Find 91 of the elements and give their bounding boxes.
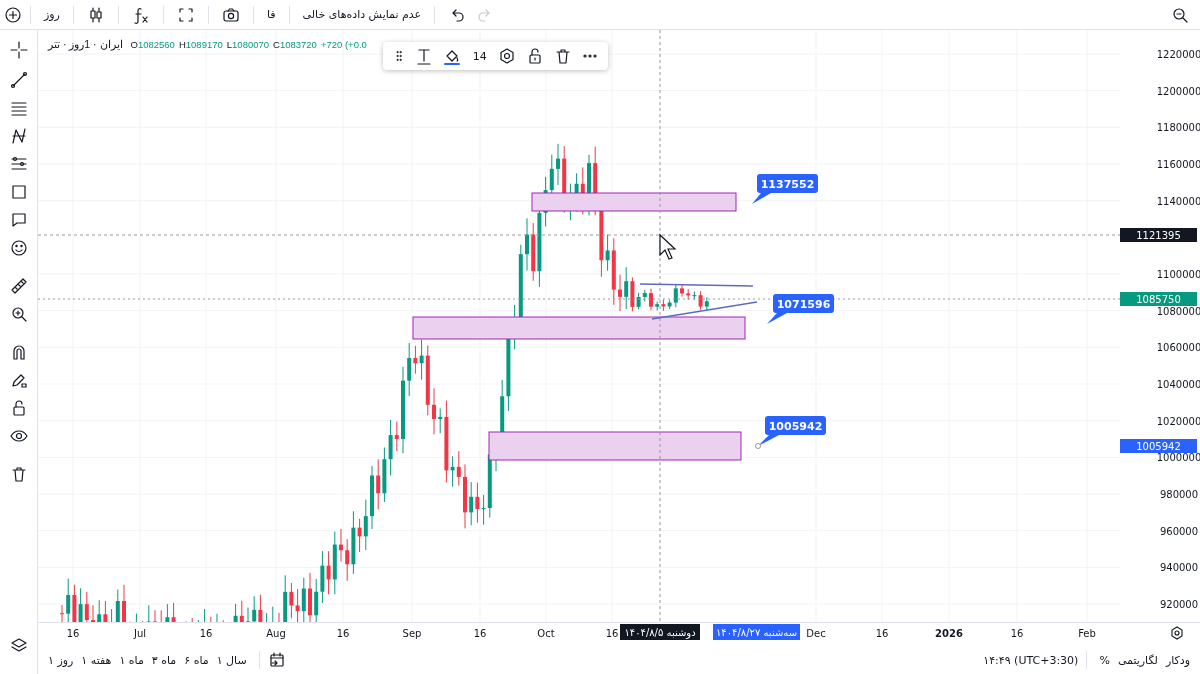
settings-icon[interactable] <box>498 47 517 65</box>
interval-button[interactable]: روز <box>39 5 65 24</box>
time-tick: 16 <box>875 628 889 639</box>
percent-toggle[interactable]: % <box>1095 651 1114 669</box>
candle <box>60 604 64 622</box>
date-marker: سه‌شنبه ۱۴۰۴/۸/۲۷ <box>713 624 800 640</box>
candle <box>556 143 560 186</box>
price-tick: 960000 <box>1159 525 1199 537</box>
time-tick: Oct <box>537 628 555 639</box>
price-tick: 1100000 <box>1156 269 1200 280</box>
trend-line-icon[interactable] <box>9 70 28 89</box>
candle <box>370 465 374 530</box>
crosshair-icon[interactable] <box>9 40 28 59</box>
fullscreen-icon[interactable] <box>176 5 195 24</box>
price-tick: 940000 <box>1159 562 1199 574</box>
pattern-icon[interactable] <box>9 126 28 145</box>
range-button[interactable]: روز ۱ <box>44 651 78 669</box>
cursor-icon <box>659 233 677 260</box>
date-marker: دوشنبه ۱۴۰۴/۸/۵ <box>620 624 700 640</box>
time-tick: 16 <box>336 628 350 639</box>
zoom-out-icon[interactable] <box>1171 5 1189 24</box>
candle <box>525 217 529 272</box>
ohlc-value: C1083720 <box>273 38 317 50</box>
candle <box>91 604 95 622</box>
time-tick: 16 <box>605 628 619 639</box>
candle <box>115 589 120 622</box>
candle <box>432 387 436 435</box>
anchor-handle[interactable] <box>755 443 761 449</box>
zoom-in-icon[interactable] <box>9 304 28 323</box>
time-tick: 16 <box>199 628 213 639</box>
trend-line[interactable] <box>639 283 754 287</box>
symbol-title: ایران · 1روز · تتر <box>48 38 123 50</box>
comment-icon[interactable] <box>9 210 28 229</box>
settings-icon[interactable] <box>1171 626 1183 640</box>
time-tick: 16 <box>66 628 80 639</box>
range-button[interactable]: هفته ۱ <box>77 651 116 669</box>
ohlc-value: L1080070 <box>226 38 270 50</box>
price-marker: 1005942 <box>1120 439 1197 453</box>
rectangle-icon[interactable] <box>9 182 28 201</box>
price-tick: 1200000 <box>1156 85 1200 97</box>
time-tick: 2026 <box>935 628 963 639</box>
time-tick: Sep <box>402 628 422 639</box>
price-tick: 980000 <box>1159 489 1199 501</box>
time-tick: 16 <box>1010 628 1024 639</box>
range-button[interactable]: ماه ۶ <box>180 651 213 669</box>
ruler-icon[interactable] <box>9 276 28 295</box>
range-button[interactable]: ماه ۳ <box>147 651 181 669</box>
range-button[interactable]: سال ۱ <box>212 651 251 669</box>
price-tick: 920000 <box>1159 599 1199 611</box>
price-tick: 1140000 <box>1156 195 1200 207</box>
time-tick: Feb <box>1078 628 1096 639</box>
range-button[interactable]: ماه ۱ <box>115 651 148 669</box>
trend-line[interactable] <box>651 301 758 320</box>
candle <box>246 607 250 622</box>
candle <box>618 274 622 312</box>
price-tick: 1220000 <box>1156 49 1200 60</box>
time-tick: 16 <box>473 628 487 639</box>
time-tick: Jul <box>133 628 147 639</box>
price-tick: 1060000 <box>1156 342 1200 354</box>
candle <box>339 528 343 563</box>
price-tick: 1000000 <box>1156 452 1200 464</box>
empty-data-toggle[interactable]: عدم نمایش داده‌های خالی <box>297 5 427 24</box>
price-tick: 1180000 <box>1156 122 1200 134</box>
auto-toggle[interactable]: ودکار <box>1161 651 1194 669</box>
ohlc-value: O1082560 <box>130 38 175 50</box>
add-circle-icon[interactable] <box>4 5 22 24</box>
smiley-icon[interactable] <box>9 238 28 257</box>
candle <box>308 572 312 622</box>
candle <box>463 463 467 529</box>
projection-icon[interactable] <box>9 154 28 173</box>
price-change: +720 (+0.0 <box>320 38 367 50</box>
candle <box>649 288 653 311</box>
candle <box>680 284 684 298</box>
candle <box>122 584 126 622</box>
candle <box>146 604 151 622</box>
ohlc-value: H1089170 <box>178 38 223 50</box>
price-marker: 1085750 <box>1120 292 1197 306</box>
language-button[interactable]: فا <box>261 5 281 24</box>
price-tick: 1040000 <box>1156 379 1200 391</box>
calendar-goto-icon[interactable] <box>267 651 286 669</box>
font-size-button[interactable]: 14 <box>470 47 489 65</box>
price-marker: 1121395 <box>1120 228 1197 242</box>
clock-text: ۱۴:۴۹ (UTC+3:30) <box>983 653 1079 667</box>
camera-icon[interactable] <box>221 5 240 24</box>
log-toggle[interactable]: لگاریتمی <box>1113 651 1162 669</box>
candle <box>153 609 157 622</box>
time-tick: Aug <box>266 628 286 639</box>
price-tick: 1160000 <box>1156 159 1200 170</box>
price-tick: 1020000 <box>1156 415 1200 427</box>
time-tick: Dec <box>806 628 826 639</box>
price-tick: 1080000 <box>1156 305 1200 317</box>
